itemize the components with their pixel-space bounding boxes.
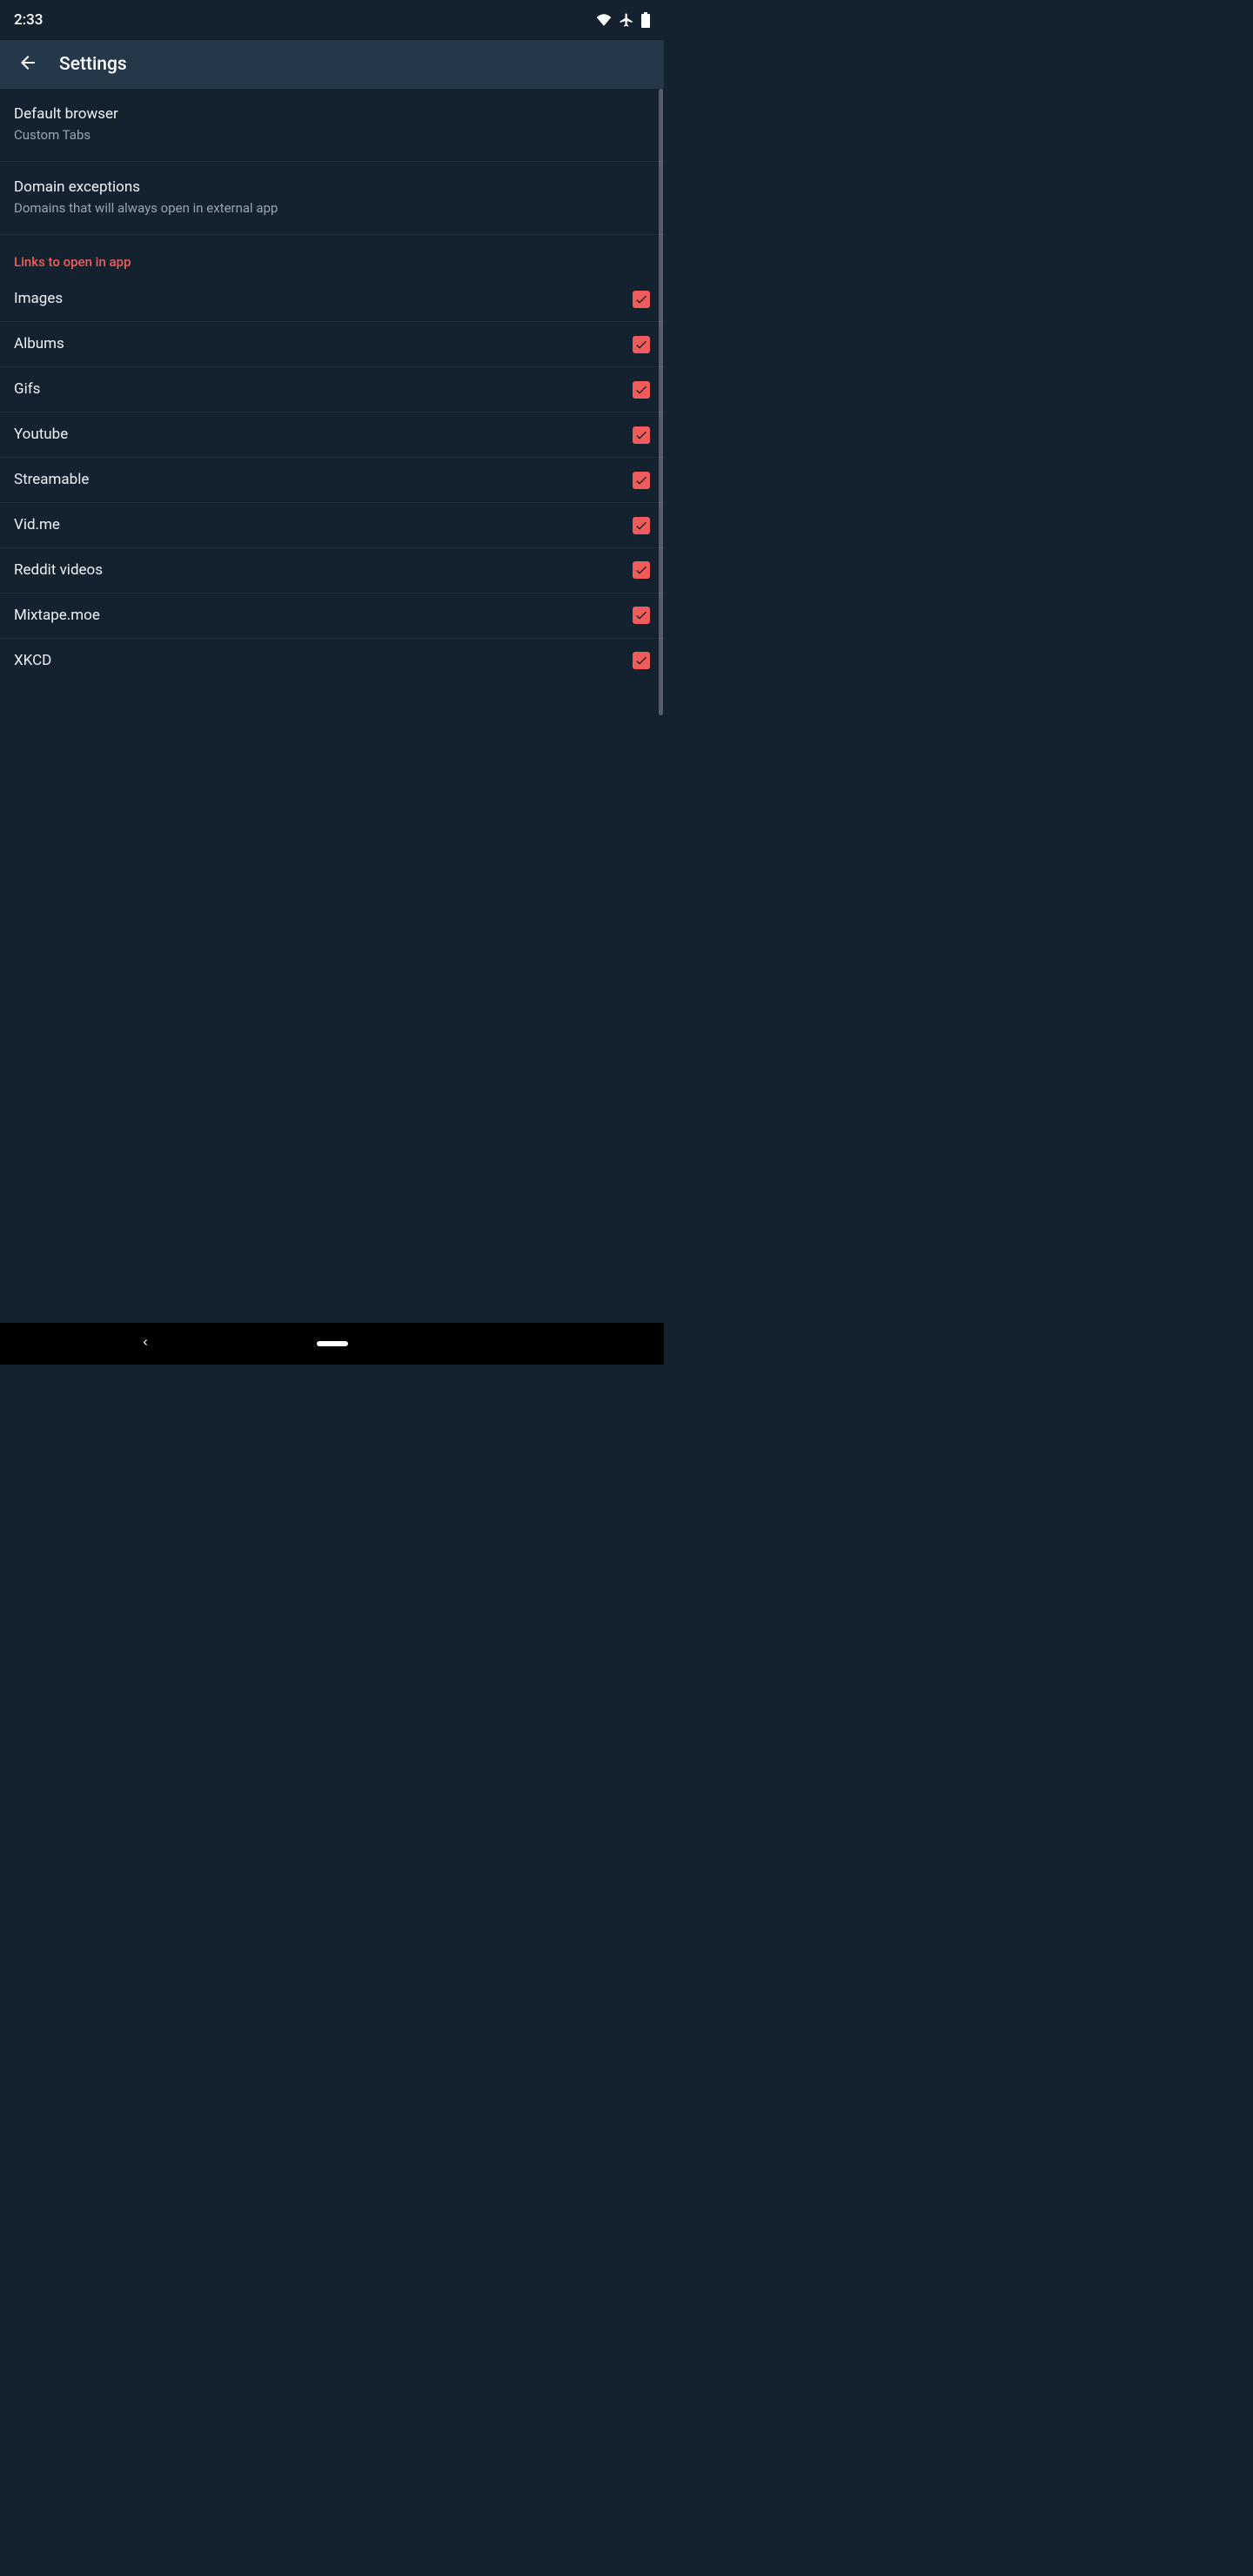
check-icon bbox=[634, 428, 648, 442]
link-item-label: Youtube bbox=[14, 425, 619, 445]
checkbox[interactable] bbox=[633, 381, 650, 399]
checkbox[interactable] bbox=[633, 652, 650, 669]
airplane-icon bbox=[619, 12, 634, 28]
chevron-left-icon bbox=[139, 1336, 151, 1352]
section-links-to-open: Links to open in app bbox=[0, 235, 664, 277]
arrow-back-icon bbox=[17, 52, 38, 77]
toolbar: Settings bbox=[0, 40, 664, 89]
link-item-label: Streamable bbox=[14, 470, 619, 490]
status-icons bbox=[596, 12, 650, 28]
nav-back-button[interactable] bbox=[139, 1336, 151, 1352]
pref-title: Default browser bbox=[14, 104, 650, 124]
link-item-label: Gifs bbox=[14, 379, 619, 399]
check-icon bbox=[634, 563, 648, 577]
checkbox[interactable] bbox=[633, 607, 650, 624]
check-icon bbox=[634, 338, 648, 352]
link-item-label: XKCD bbox=[14, 651, 619, 671]
check-icon bbox=[634, 608, 648, 622]
check-icon bbox=[634, 383, 648, 397]
check-icon bbox=[634, 519, 648, 533]
wifi-icon bbox=[596, 14, 612, 26]
status-bar: 2:33 bbox=[0, 0, 664, 40]
checkbox[interactable] bbox=[633, 472, 650, 489]
checkbox[interactable] bbox=[633, 336, 650, 353]
check-icon bbox=[634, 292, 648, 306]
link-item-gifs[interactable]: Gifs bbox=[0, 367, 664, 413]
link-item-youtube[interactable]: Youtube bbox=[0, 413, 664, 458]
check-icon bbox=[634, 654, 648, 667]
checkbox[interactable] bbox=[633, 426, 650, 444]
link-item-label: Mixtape.moe bbox=[14, 606, 619, 626]
back-button[interactable] bbox=[7, 44, 49, 85]
link-item-mixtape-moe[interactable]: Mixtape.moe bbox=[0, 594, 664, 639]
checkbox[interactable] bbox=[633, 561, 650, 579]
link-item-label: Images bbox=[14, 289, 619, 309]
page-title: Settings bbox=[59, 54, 127, 75]
pref-value: Custom Tabs bbox=[14, 126, 650, 144]
battery-icon bbox=[641, 12, 650, 28]
link-item-vidme[interactable]: Vid.me bbox=[0, 503, 664, 548]
link-item-images[interactable]: Images bbox=[0, 277, 664, 322]
pref-domain-exceptions[interactable]: Domain exceptions Domains that will alwa… bbox=[0, 162, 664, 235]
system-nav-bar bbox=[0, 1323, 664, 1365]
pref-summary: Domains that will always open in externa… bbox=[14, 199, 650, 217]
link-item-label: Vid.me bbox=[14, 515, 619, 535]
link-item-xkcd[interactable]: XKCD bbox=[0, 639, 664, 683]
link-item-albums[interactable]: Albums bbox=[0, 322, 664, 367]
checkbox[interactable] bbox=[633, 517, 650, 534]
link-item-streamable[interactable]: Streamable bbox=[0, 458, 664, 503]
pref-title: Domain exceptions bbox=[14, 178, 650, 198]
pref-default-browser[interactable]: Default browser Custom Tabs bbox=[0, 89, 664, 162]
checkbox[interactable] bbox=[633, 291, 650, 308]
check-icon bbox=[634, 473, 648, 487]
nav-home-pill[interactable] bbox=[317, 1341, 348, 1346]
link-item-label: Reddit videos bbox=[14, 560, 619, 580]
settings-list[interactable]: Default browser Custom Tabs Domain excep… bbox=[0, 89, 664, 1323]
link-item-label: Albums bbox=[14, 334, 619, 354]
link-item-reddit-videos[interactable]: Reddit videos bbox=[0, 548, 664, 594]
scrollbar-thumb[interactable] bbox=[659, 89, 663, 715]
status-time: 2:33 bbox=[14, 11, 43, 29]
